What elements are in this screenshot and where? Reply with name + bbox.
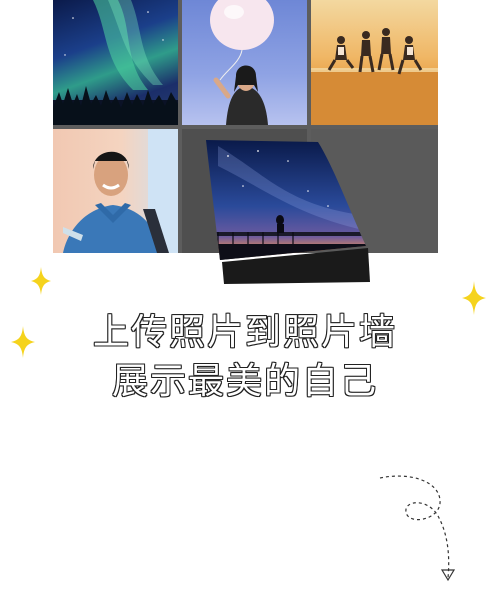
balloon-girl-photo[interactable] [182, 0, 307, 125]
aurora-photo[interactable] [53, 0, 178, 125]
headline-line-1: 上传照片到照片墙 [92, 312, 397, 353]
dashed-arrow-icon [379, 475, 456, 582]
headline-line-2: 展示最美的自己 [111, 361, 378, 402]
sparkle-icon [31, 267, 51, 295]
beach-jump-photo[interactable] [311, 0, 438, 125]
smiling-boy-photo[interactable] [53, 129, 178, 253]
milky-way-bridge-photo[interactable] [198, 136, 373, 286]
